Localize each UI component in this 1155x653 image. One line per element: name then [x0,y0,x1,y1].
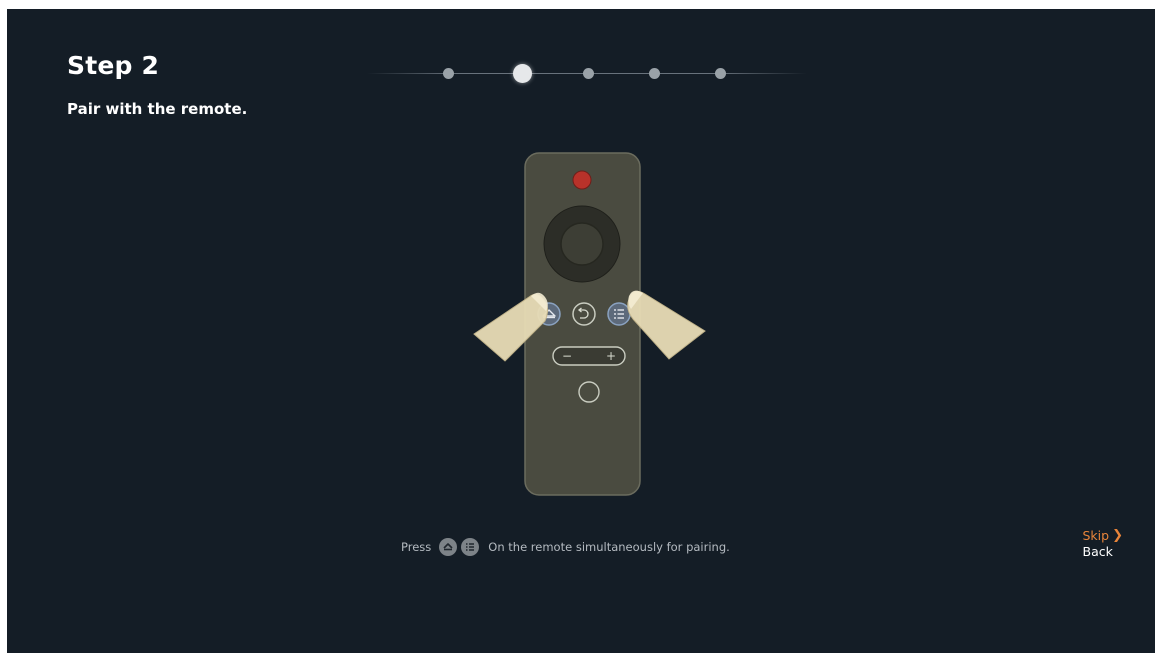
remote-illustration: − + [473,152,706,496]
progress-dot-4 [649,68,660,79]
menu-icon [461,538,480,556]
voice-button-icon [578,381,600,403]
step-progress-indicator [367,59,807,89]
skip-label: Skip [1082,528,1110,543]
back-button-icon [572,302,596,326]
volume-minus-label: − [562,349,572,363]
home-icon [439,538,458,556]
power-button-icon [572,170,592,190]
chevron-right-icon: ❯ [1112,528,1123,543]
skip-button[interactable]: Skip ❯ [1083,528,1124,543]
pairing-instruction: Press On the remote simultaneously for p… [401,538,730,556]
pairing-screen: Step 2 Pair with the remote. − + Press O… [7,9,1155,653]
nav-actions: Skip ❯ Back [1083,528,1124,559]
step-subtitle: Pair with the remote. [67,100,248,118]
volume-plus-label: + [606,349,616,363]
progress-dot-3 [583,68,594,79]
step-title: Step 2 [67,51,160,80]
progress-dot-5 [715,68,726,79]
instruction-prefix: Press [401,540,432,554]
progress-dot-1 [443,68,454,79]
progress-dot-2-active [513,64,532,83]
back-button[interactable]: Back [1083,544,1124,559]
ok-button-icon [560,222,604,266]
instruction-suffix: On the remote simultaneously for pairing… [488,540,730,554]
